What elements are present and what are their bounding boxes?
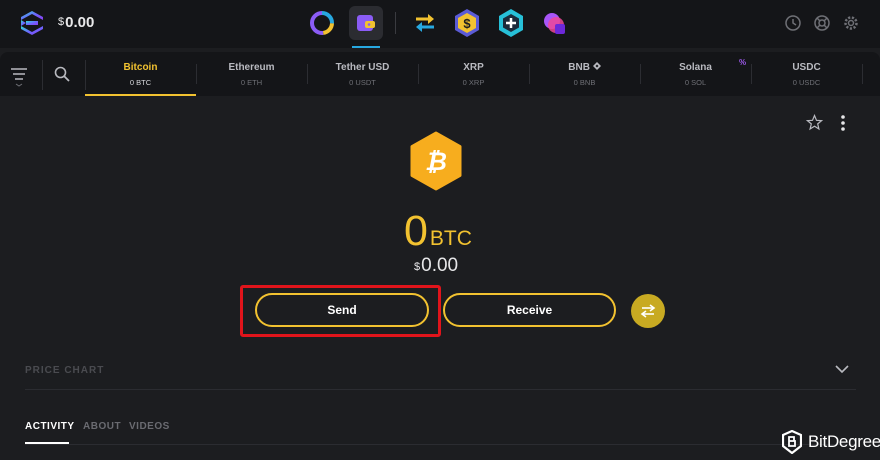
coin-balance: 0BTC <box>404 208 472 254</box>
receive-button[interactable]: Receive <box>443 293 616 327</box>
plus-hex-icon <box>499 9 523 37</box>
section-divider <box>25 389 856 390</box>
balance-value: 0.00 <box>65 14 95 31</box>
asset-tab-amount: 0 USDT <box>349 78 376 87</box>
asset-tab-solana[interactable]: Solana 0 SOL <box>640 52 751 96</box>
support-icon[interactable] <box>813 14 831 32</box>
bitdegree-watermark: BitDegree <box>782 428 880 456</box>
tab-about[interactable]: ABOUT <box>83 421 121 432</box>
exchange-button[interactable] <box>631 294 665 328</box>
asset-tab-name: USDC <box>792 62 821 73</box>
asset-tab-name: Solana <box>679 62 712 73</box>
tab-videos[interactable]: VIDEOS <box>129 421 170 432</box>
fiat-value: 0.00 <box>421 255 459 276</box>
top-divider <box>395 12 396 34</box>
search-icon[interactable] <box>53 65 71 83</box>
fiat-balance: $0.00 <box>414 255 458 277</box>
fiat-currency: $ <box>414 261 421 273</box>
asset-tab-tether[interactable]: Tether USD 0 USDT <box>307 52 418 96</box>
chevron-down-icon[interactable] <box>835 364 849 374</box>
swap-arrows-icon <box>640 304 656 318</box>
filter-icon[interactable] <box>9 65 29 87</box>
balance-currency: $ <box>58 16 65 28</box>
asset-tab-xrp[interactable]: XRP 0 XRP <box>418 52 529 96</box>
tabs-divider <box>25 444 856 445</box>
history-icon[interactable] <box>784 14 802 32</box>
asset-tab-usdc[interactable]: USDC 0 USDC <box>751 52 862 96</box>
plus-app-button[interactable] <box>494 6 528 40</box>
dollar-app-button[interactable]: $ <box>450 6 484 40</box>
asset-tab-bnb[interactable]: BNB 0 BNB <box>529 52 640 96</box>
wallet-icon <box>357 15 375 31</box>
bitdegree-logo-icon <box>782 430 802 454</box>
asset-tab-amount: 0 USDC <box>792 78 821 87</box>
app-window: $0.00 $ Bitcoin 0 BTC Ethereum 0 ETH Tet… <box>0 0 880 460</box>
tab-divider <box>862 64 863 84</box>
purple-blob-icon <box>544 13 565 34</box>
svg-text:₿: ₿ <box>425 148 447 176</box>
purple-app-button[interactable] <box>537 6 571 40</box>
wallet-app-button[interactable] <box>349 6 383 40</box>
asset-tab-amount: 0 BNB <box>573 78 596 87</box>
svg-text:$: $ <box>463 16 471 31</box>
bnb-name: BNB <box>568 62 590 73</box>
asset-tab-amount: 0 BTC <box>129 78 152 87</box>
asset-tab-amount: 0 ETH <box>240 78 263 87</box>
favorite-star-icon[interactable] <box>806 114 823 131</box>
asset-tab-name: Tether USD <box>335 62 390 73</box>
asset-tab-amount: 0 SOL <box>684 78 707 87</box>
tab-activity[interactable]: ACTIVITY <box>25 421 75 432</box>
asset-tab-amount: 0 XRP <box>462 78 485 87</box>
price-chart-header[interactable]: PRICE CHART <box>25 365 104 376</box>
asset-tab-name: Bitcoin <box>123 62 158 73</box>
asset-bar: Bitcoin 0 BTC Ethereum 0 ETH Tether USD … <box>0 52 880 96</box>
more-options-icon[interactable] <box>838 114 848 132</box>
asset-tab-ethereum[interactable]: Ethereum 0 ETH <box>196 52 307 96</box>
coin-amount-value: 0 <box>404 207 428 255</box>
exodus-logo[interactable] <box>18 9 46 37</box>
top-bar: $0.00 $ <box>0 0 880 48</box>
portfolio-app-button[interactable] <box>305 6 339 40</box>
watermark-text: BitDegree <box>808 432 880 451</box>
asset-bar-divider <box>42 60 43 90</box>
asset-tab-name: XRP <box>463 62 484 73</box>
exchange-arrows-icon <box>416 14 434 32</box>
bitcoin-icon: ₿ <box>410 131 462 191</box>
asset-tab-name: BNB <box>529 62 640 73</box>
dollar-hex-icon: $ <box>455 9 479 37</box>
active-app-indicator <box>352 46 380 48</box>
asset-tab-bitcoin[interactable]: Bitcoin 0 BTC <box>85 52 196 96</box>
portfolio-ring-icon <box>310 11 334 35</box>
exchange-app-button[interactable] <box>408 6 442 40</box>
coin-unit: BTC <box>429 227 472 250</box>
settings-icon[interactable] <box>842 14 860 32</box>
staking-badge: % <box>739 58 747 67</box>
asset-tab-name: Ethereum <box>228 62 275 73</box>
total-balance: $0.00 <box>58 14 94 31</box>
send-highlight-box <box>240 285 441 337</box>
bnb-chain-icon <box>592 62 601 70</box>
